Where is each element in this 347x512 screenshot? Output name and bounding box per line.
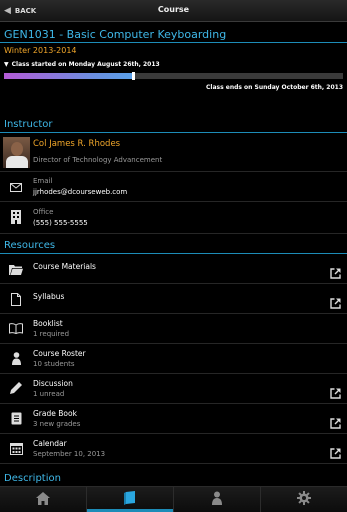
progress-marker [131,72,135,80]
resources-heading: Resources [4,240,56,251]
course-title: GEN1031 - Basic Computer Keyboarding [4,28,227,41]
triangle-down-icon: ▼ [4,61,9,68]
resource-label: Discussion [33,379,73,388]
calendar-icon [9,441,23,455]
page-title: Course [157,5,190,14]
folder-icon [9,262,23,276]
external-link-icon[interactable] [330,414,341,429]
course-progress-bar [4,72,343,80]
class-end-text: Class ends on Sunday October 6th, 2013 [206,84,343,91]
resource-label: Calendar [33,439,67,448]
tab-course[interactable] [87,487,174,512]
description-heading: Description [4,473,61,484]
instructor-position: Director of Technology Advancement [33,156,163,164]
instructor-name: Col James R. Rhodes [33,139,121,149]
pencil-icon [9,381,23,395]
email-label: Email [33,177,53,185]
external-link-icon[interactable] [330,384,341,399]
bottom-tab-bar [0,486,347,512]
email-value: jjrhodes@dcourseweb.com [33,188,128,196]
resource-label: Grade Book [33,409,77,418]
profile-icon [212,490,222,509]
office-row[interactable]: Office (555) 555-5555 [0,203,347,234]
resource-item[interactable]: Course Roster 10 students [0,344,347,374]
building-icon [9,210,23,224]
email-row[interactable]: Email jjrhodes@dcourseweb.com [0,172,347,202]
resource-item[interactable]: Syllabus [0,284,347,314]
external-link-icon[interactable] [330,444,341,459]
home-icon [36,490,50,509]
resource-subtext: 1 unread [33,390,65,398]
person-icon [9,351,23,365]
avatar [3,137,30,168]
settings-gear-icon [297,490,311,509]
resource-label: Course Materials [33,262,96,271]
top-bar: ◀ BACK Course [0,0,347,22]
tab-settings[interactable] [261,487,347,512]
tab-profile[interactable] [174,487,261,512]
resource-item[interactable]: Calendar September 10, 2013 [0,434,347,464]
divider [0,42,347,43]
document-icon [9,292,23,306]
gradebook-icon [9,411,23,425]
tab-home[interactable] [0,487,87,512]
office-label: Office [33,208,54,216]
resource-label: Course Roster [33,349,86,358]
resource-label: Booklist [33,319,63,328]
class-start-text: ▼ Class started on Monday August 26th, 20… [4,61,160,68]
resource-subtext: 1 required [33,330,70,338]
resource-label: Syllabus [33,292,65,301]
resource-item[interactable]: Discussion 1 unread [0,374,347,404]
resource-subtext: September 10, 2013 [33,450,106,458]
external-link-icon[interactable] [330,264,341,279]
envelope-icon [9,180,23,194]
resource-item[interactable]: Grade Book 3 new grades [0,404,347,434]
course-book-icon [124,490,136,509]
external-link-icon[interactable] [330,294,341,309]
progress-fill [4,73,133,79]
instructor-heading: Instructor [4,119,53,130]
resource-subtext: 3 new grades [33,420,81,428]
resource-subtext: 10 students [33,360,75,368]
course-term: Winter 2013-2014 [4,46,77,55]
resource-item[interactable]: Booklist 1 required [0,314,347,344]
office-phone: (555) 555-5555 [33,219,88,227]
resource-item[interactable]: Course Materials [0,254,347,284]
book-icon [9,321,23,335]
